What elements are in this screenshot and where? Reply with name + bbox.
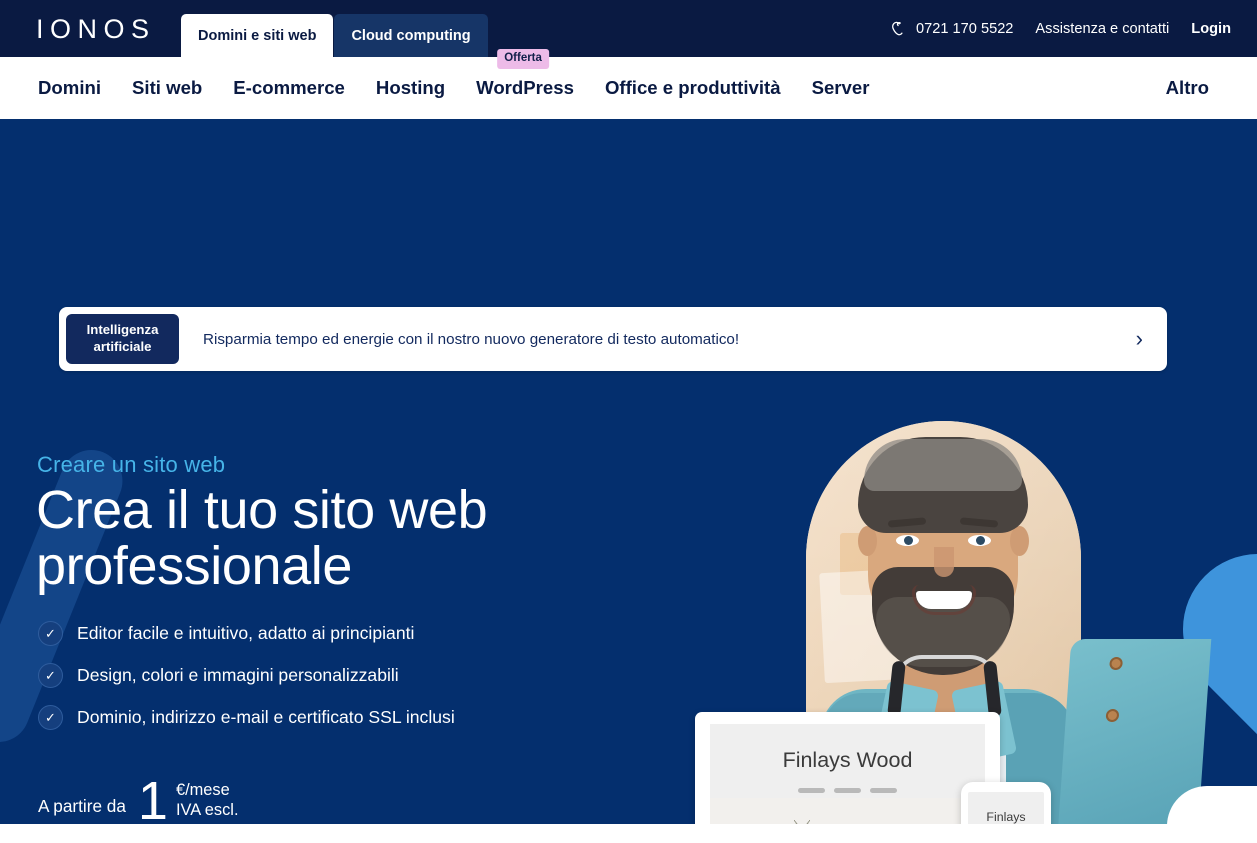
chevron-right-icon[interactable]: › <box>1136 328 1143 350</box>
mockup-nav-placeholder <box>834 788 861 793</box>
tab-domini-e-siti-web[interactable]: Domini e siti web <box>181 14 334 57</box>
nav-item-siti-web[interactable]: Siti web <box>132 77 202 99</box>
nav-item-domini[interactable]: Domini <box>38 77 101 99</box>
nav-item-e-commerce[interactable]: E-commerce <box>233 77 345 99</box>
feature-item: ✓ Design, colori e immagini personalizza… <box>38 661 455 690</box>
ionos-logo[interactable]: IONOS <box>36 14 156 45</box>
phone-contact[interactable]: 0721 170 5522 <box>883 18 1013 40</box>
tab-label: Domini e siti web <box>198 27 317 44</box>
hero-price: A partire da 1 €/mese IVA escl. <box>38 771 239 824</box>
portrait-lips <box>912 585 976 615</box>
portrait-shirt-button <box>1105 709 1120 722</box>
mockup-nav-placeholders <box>710 788 985 793</box>
portrait-nose <box>934 547 954 577</box>
portrait-pupil-left <box>904 536 913 545</box>
offer-badge: Offerta <box>497 49 549 69</box>
price-prefix: A partire da <box>38 796 126 817</box>
mockup-room-photo <box>710 798 985 824</box>
support-link[interactable]: Assistenza e contatti <box>1035 21 1169 37</box>
main-navigation: Domini Siti web E-commerce Hosting Offer… <box>0 49 1257 119</box>
laptop-mockup: Finlays Wood <box>695 712 1000 824</box>
portrait-pupil-right <box>976 536 985 545</box>
ai-banner-text: Risparmia tempo ed energie con il nostro… <box>203 330 740 348</box>
phone-mockup: Finlays Wood <box>961 782 1051 824</box>
nav-item-office-e-produttivita[interactable]: Office e produttività <box>605 77 781 99</box>
nav-right: Altro <box>1166 57 1209 119</box>
hero-eyebrow: Creare un sito web <box>37 452 226 477</box>
price-unit: €/mese IVA escl. <box>176 780 239 823</box>
page-root: IONOS Domini e siti web Cloud computing … <box>0 0 1257 843</box>
nav-item-label: WordPress <box>476 77 574 98</box>
portrait-headphone-band <box>894 655 998 683</box>
tab-label: Cloud computing <box>351 27 471 44</box>
mockup-site-title: Finlays Wood <box>782 748 913 772</box>
login-link[interactable]: Login <box>1191 21 1231 37</box>
feature-label: Dominio, indirizzo e-mail e certificato … <box>77 707 455 727</box>
portrait-shirt-button <box>1109 657 1124 670</box>
price-amount: 1 <box>137 771 168 824</box>
price-unit-line1: €/mese <box>175 781 230 800</box>
tab-cloud-computing[interactable]: Cloud computing <box>334 14 488 57</box>
mockup-phone-site-title: Finlays Wood <box>968 810 1044 824</box>
top-bar-right: 0721 170 5522 Assistenza e contatti Logi… <box>883 0 1231 57</box>
hero-feature-list: ✓ Editor facile e intuitivo, adatto ai p… <box>38 619 455 745</box>
phone-screen: Finlays Wood <box>968 792 1044 824</box>
portrait-ear-right <box>1010 526 1029 556</box>
ai-banner-chip: Intelligenza artificiale <box>66 314 179 364</box>
mockup-nav-placeholder <box>870 788 897 793</box>
hero-headline: Crea il tuo sito web professionale <box>36 480 488 597</box>
nav-links: Domini Siti web E-commerce Hosting Offer… <box>38 49 870 119</box>
nav-item-altro[interactable]: Altro <box>1166 77 1209 99</box>
mockup-nav-placeholder <box>798 788 825 793</box>
price-unit-line2: IVA escl. <box>175 801 239 820</box>
check-icon: ✓ <box>38 663 63 688</box>
portrait-hair-grey <box>864 439 1022 491</box>
feature-item: ✓ Dominio, indirizzo e-mail e certificat… <box>38 703 455 732</box>
feature-item: ✓ Editor facile e intuitivo, adatto ai p… <box>38 619 455 648</box>
phone-handset-icon <box>883 18 905 40</box>
mockup-phone-site-title-line1: Finlays <box>986 810 1026 824</box>
check-icon: ✓ <box>38 621 63 646</box>
nav-item-hosting[interactable]: Hosting <box>376 77 445 99</box>
page-bottom-strip <box>0 824 1257 843</box>
product-tabs: Domini e siti web Cloud computing <box>181 14 488 57</box>
nav-item-wordpress[interactable]: Offerta WordPress <box>476 49 574 99</box>
phone-number[interactable]: 0721 170 5522 <box>916 21 1013 37</box>
laptop-screen: Finlays Wood <box>710 724 985 824</box>
top-bar: IONOS Domini e siti web Cloud computing … <box>0 0 1257 57</box>
nav-item-server[interactable]: Server <box>812 77 870 99</box>
ai-promo-banner[interactable]: Intelligenza artificiale Risparmia tempo… <box>59 307 1167 371</box>
check-icon: ✓ <box>38 705 63 730</box>
feature-label: Design, colori e immagini personalizzabi… <box>77 665 399 685</box>
feature-label: Editor facile e intuitivo, adatto ai pri… <box>77 623 415 643</box>
hero-section: Finlays Wood Finlays Intelligenza artifi… <box>0 119 1257 824</box>
